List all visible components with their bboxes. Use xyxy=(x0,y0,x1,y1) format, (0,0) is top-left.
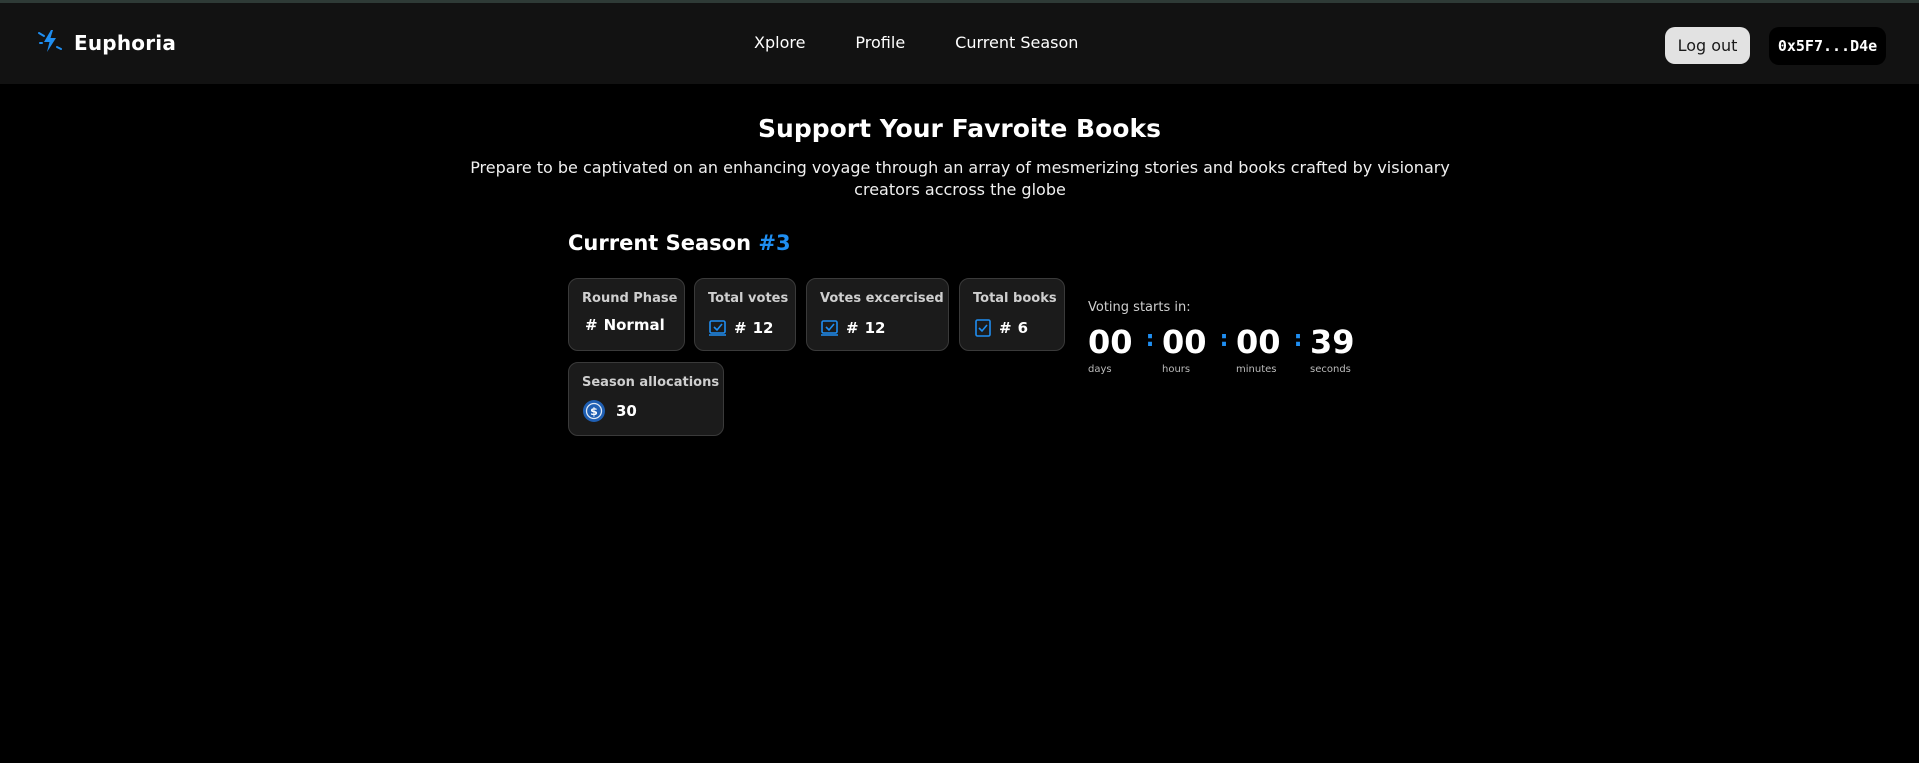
season-title-text: Current Season xyxy=(568,231,752,255)
votes-exercised-label: Votes excercised xyxy=(820,291,944,306)
countdown-hours: 00 hours xyxy=(1162,322,1212,375)
countdown-days-value: 00 xyxy=(1088,323,1133,361)
round-phase-label: Round Phase xyxy=(582,291,678,306)
round-phase-card: Round Phase # Normal xyxy=(568,278,685,351)
wallet-address-button[interactable]: 0x5F7...D4e xyxy=(1769,27,1886,65)
season-allocations-value: 30 xyxy=(616,402,637,420)
total-votes-value: 12 xyxy=(752,319,774,337)
round-phase-value: Normal xyxy=(603,316,665,334)
countdown-hours-caption: hours xyxy=(1162,364,1191,375)
page-title: Support Your Favroite Books xyxy=(758,114,1161,143)
total-votes-prefix: # xyxy=(734,319,747,337)
votes-exercised-card: Votes excercised # 12 xyxy=(806,278,949,351)
countdown-separator: : xyxy=(1145,327,1155,352)
countdown-seconds: 39 seconds xyxy=(1310,322,1360,375)
coin-dollar-icon: $ xyxy=(582,399,606,423)
countdown-separator: : xyxy=(1293,327,1303,352)
top-navbar: Euphoria Xplore Profile Current Season L… xyxy=(0,3,1919,84)
vote-check-icon xyxy=(708,318,728,338)
total-books-card: Total books # 6 xyxy=(959,278,1065,351)
countdown-minutes-value: 00 xyxy=(1236,323,1281,361)
votes-exercised-prefix: # xyxy=(846,319,859,337)
nav-link-xplore[interactable]: Xplore xyxy=(754,33,805,52)
countdown-separator: : xyxy=(1219,327,1229,352)
countdown-seconds-caption: seconds xyxy=(1310,364,1351,375)
page-subtitle: Prepare to be captivated on an enhancing… xyxy=(470,158,1450,199)
brand[interactable]: Euphoria xyxy=(36,27,176,59)
season-number: #3 xyxy=(758,231,791,255)
lightning-logo-icon xyxy=(36,27,64,59)
countdown-seconds-value: 39 xyxy=(1310,323,1355,361)
brand-name: Euphoria xyxy=(74,31,177,55)
countdown-minutes-caption: minutes xyxy=(1236,364,1277,375)
total-books-value: 6 xyxy=(1017,319,1029,337)
total-books-prefix: # xyxy=(999,319,1012,337)
total-votes-label: Total votes xyxy=(708,291,789,306)
book-check-icon xyxy=(973,318,993,338)
countdown-label: Voting starts in: xyxy=(1088,300,1191,315)
round-phase-prefix: # xyxy=(585,316,598,334)
countdown-days: 00 days xyxy=(1088,322,1138,375)
countdown-timer: 00 days : 00 hours : 00 minutes : 39 sec… xyxy=(1088,322,1360,375)
season-allocations-card: Season allocations $ 30 xyxy=(568,362,724,436)
main-nav: Xplore Profile Current Season xyxy=(754,33,1078,52)
vote-check-icon xyxy=(820,318,840,338)
total-books-label: Total books xyxy=(973,291,1057,306)
nav-link-profile[interactable]: Profile xyxy=(855,33,905,52)
nav-link-current-season[interactable]: Current Season xyxy=(955,33,1078,52)
votes-exercised-value: 12 xyxy=(864,319,886,337)
svg-text:$: $ xyxy=(590,405,598,418)
logout-button[interactable]: Log out xyxy=(1665,27,1750,64)
season-allocations-label: Season allocations xyxy=(582,375,720,390)
countdown-minutes: 00 minutes xyxy=(1236,322,1286,375)
total-votes-card: Total votes # 12 xyxy=(694,278,796,351)
countdown-hours-value: 00 xyxy=(1162,323,1207,361)
season-heading: Current Season #3 xyxy=(568,231,791,255)
countdown-days-caption: days xyxy=(1088,364,1112,375)
